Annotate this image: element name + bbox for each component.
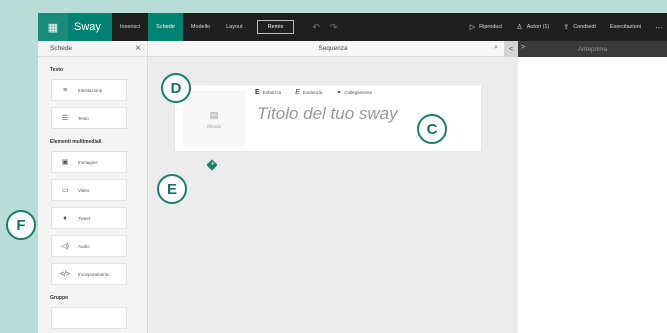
redo-icon[interactable]: ↷	[330, 22, 338, 33]
tutorials-label: Esercitazioni	[609, 24, 641, 30]
twitter-bird-icon: ♦	[63, 214, 67, 222]
collapse-arrow-icon[interactable]: <	[504, 41, 518, 57]
card-image[interactable]: ▣ Immagine	[51, 151, 127, 173]
play-button[interactable]: ▷ Riproduci	[470, 23, 503, 31]
top-actions: ▷ Riproduci ♙ Autori (1) ⇪ Condividi Ese…	[470, 13, 667, 41]
text-icon: ☰	[61, 115, 69, 122]
share-button[interactable]: ⇪ Condividi	[563, 23, 596, 31]
expand-arrow-icon[interactable]: >	[521, 44, 525, 51]
card-video-label: Video	[78, 187, 90, 193]
cards-panel-title: Schede	[50, 45, 73, 52]
video-icon: ▭	[61, 187, 69, 194]
authors-label: Autori (1)	[526, 24, 550, 30]
tutorials-button[interactable]: Esercitazioni	[610, 24, 641, 30]
emphasize-label: Enfatizza	[262, 90, 282, 95]
storyline-title: Sequenza	[318, 45, 348, 52]
card-heading[interactable]: ≡ Intestazione	[51, 79, 127, 101]
image-placeholder-icon: ▤	[209, 109, 219, 120]
heading-icon: ≡	[62, 86, 68, 94]
menu-schede[interactable]: Schede	[148, 13, 183, 41]
storyline-panel: Sequenza ⌕ < ▤ Sfondo E Enfatizza E Evid…	[148, 41, 518, 333]
app-launcher-icon[interactable]: ▦	[38, 13, 68, 41]
menu-layout[interactable]: Layout	[218, 24, 251, 30]
share-label: Condividi	[573, 24, 596, 30]
callout-e: E	[157, 174, 187, 204]
image-icon: ▣	[61, 159, 69, 166]
app-brand: Sway	[68, 13, 112, 41]
card-tweet-label: Tweet	[78, 215, 91, 221]
card-embed-label: Incorporamento	[78, 271, 110, 277]
section-title-group: Gruppo	[50, 295, 69, 301]
background-image-slot[interactable]: ▤ Sfondo	[183, 91, 245, 147]
card-tweet[interactable]: ♦ Tweet	[51, 207, 127, 229]
authors-button[interactable]: ♙ Autori (1)	[516, 23, 549, 31]
card-audio[interactable]: ◁) Audio	[51, 235, 127, 257]
plus-icon: +	[210, 160, 215, 168]
card-embed[interactable]: </> Incorporamento	[51, 263, 127, 285]
insert-card-button[interactable]: +	[206, 159, 218, 171]
title-input[interactable]: Titolo del tuo sway	[257, 104, 398, 124]
top-toolbar: ▦ Sway Inserisci Schede Modello Layout R…	[38, 13, 667, 41]
highlight-icon: E	[295, 89, 300, 96]
embed-code-icon: </>	[60, 270, 71, 278]
callout-c: C	[417, 114, 447, 144]
undo-icon[interactable]: ↶	[312, 22, 320, 33]
storyline-header: Sequenza ⌕ <	[148, 41, 518, 57]
search-icon[interactable]: ⌕	[494, 44, 498, 52]
remix-button[interactable]: Remix	[256, 20, 295, 34]
audio-icon: ◁)	[61, 243, 69, 250]
play-icon: ▷	[469, 24, 476, 31]
link-button[interactable]: ⚭ Collegamento	[336, 89, 372, 96]
link-icon: ⚭	[336, 90, 342, 96]
card-heading-label: Intestazione	[78, 87, 103, 93]
format-toolbar: E Enfatizza E Evidenzia ⚭ Collegamento	[255, 89, 372, 96]
main-menu: Inserisci Schede Modello Layout	[112, 13, 251, 41]
highlight-button[interactable]: E Evidenzia	[295, 89, 322, 96]
share-icon: ⇪	[563, 24, 570, 31]
cards-panel-header: Schede ×	[38, 41, 147, 57]
card-text[interactable]: ☰ Testo	[51, 107, 127, 129]
card-text-label: Testo	[78, 115, 89, 121]
close-icon[interactable]: ×	[135, 43, 141, 54]
card-group[interactable]	[51, 307, 127, 329]
card-audio-label: Audio	[78, 243, 90, 249]
preview-header: > Anteprima	[518, 41, 667, 57]
section-title-testo: Testo	[50, 67, 63, 73]
highlight-label: Evidenzia	[302, 90, 323, 95]
emphasize-button[interactable]: E Enfatizza	[255, 89, 281, 96]
preview-title: Anteprima	[577, 45, 608, 53]
card-video[interactable]: ▭ Video	[51, 179, 127, 201]
authors-icon: ♙	[516, 24, 523, 31]
section-title-media: Elementi multimediali	[50, 139, 102, 145]
sway-app: ▦ Sway Inserisci Schede Modello Layout R…	[38, 13, 667, 333]
cards-panel: Schede × Testo ≡ Intestazione ☰ Testo El…	[38, 41, 148, 333]
emphasize-icon: E	[255, 89, 260, 96]
link-label: Collegamento	[344, 90, 373, 95]
callout-f: F	[6, 210, 36, 240]
play-label: Riproduci	[479, 24, 503, 30]
card-image-label: Immagine	[78, 159, 98, 165]
preview-panel: > Anteprima	[518, 41, 667, 333]
menu-modello[interactable]: Modello	[183, 24, 218, 30]
more-options-icon[interactable]: ···	[655, 23, 663, 32]
background-label: Sfondo	[206, 123, 222, 129]
callout-d: D	[161, 73, 191, 103]
menu-inserisci[interactable]: Inserisci	[112, 24, 148, 30]
